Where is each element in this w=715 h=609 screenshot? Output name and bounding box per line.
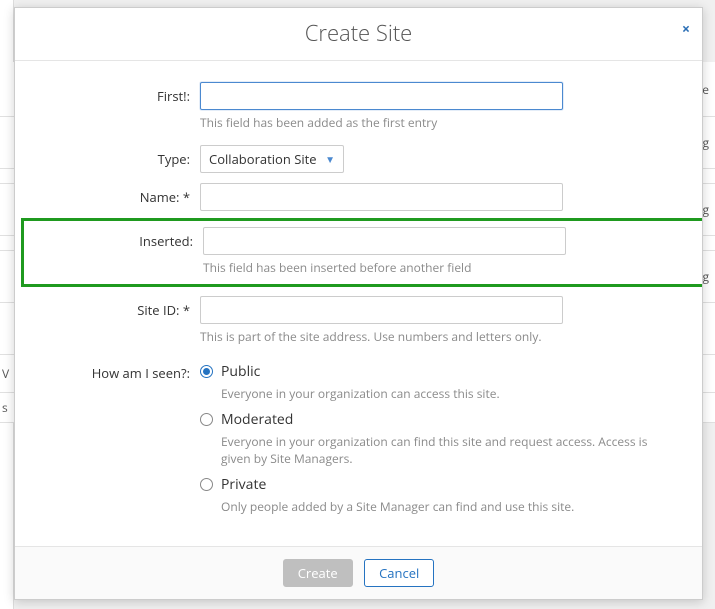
row-type: Type: Collaboration Site ▼ — [35, 142, 672, 176]
bg-text: s — [2, 399, 8, 416]
dialog-body: First!: This field has been added as the… — [15, 61, 702, 546]
create-site-dialog: Create Site × First!: This field has bee… — [14, 7, 703, 600]
visibility-radio-moderated[interactable] — [200, 413, 213, 426]
visibility-desc-private: Only people added by a Site Manager can … — [221, 498, 652, 515]
row-visibility: How am I seen?: Public Everyone in your … — [35, 356, 672, 526]
visibility-radio-public[interactable] — [200, 365, 213, 378]
siteid-input[interactable] — [200, 296, 563, 324]
close-icon[interactable]: × — [682, 20, 690, 39]
dialog-title: Create Site — [305, 18, 413, 48]
label-type: Type: — [35, 145, 200, 168]
visibility-label-moderated: Moderated — [221, 410, 293, 429]
name-input[interactable] — [200, 183, 563, 211]
label-first: First!: — [35, 82, 200, 105]
bg-text: V — [2, 365, 9, 382]
visibility-radio-private[interactable] — [200, 478, 213, 491]
bg-text: e — [702, 81, 709, 98]
row-name: Name: * — [35, 180, 672, 214]
dialog-footer: Create Cancel — [15, 546, 702, 599]
first-input[interactable] — [200, 82, 563, 110]
row-siteid: Site ID: * This is part of the site addr… — [35, 293, 672, 356]
label-visibility: How am I seen?: — [35, 359, 200, 382]
visibility-desc-public: Everyone in your organization can access… — [221, 385, 652, 402]
visibility-label-private: Private — [221, 475, 266, 494]
visibility-label-public: Public — [221, 362, 260, 381]
dialog-header: Create Site × — [15, 8, 702, 61]
inserted-highlight: Inserted: This field has been inserted b… — [21, 218, 702, 287]
type-select-value: Collaboration Site — [209, 150, 317, 168]
create-button[interactable]: Create — [283, 559, 353, 587]
chevron-down-icon: ▼ — [325, 152, 335, 166]
type-select[interactable]: Collaboration Site ▼ — [200, 145, 344, 173]
label-inserted: Inserted: — [34, 227, 203, 250]
inserted-input[interactable] — [203, 227, 566, 255]
visibility-desc-moderated: Everyone in your organization can find t… — [221, 433, 652, 467]
label-siteid: Site ID: * — [35, 296, 200, 319]
row-first: First!: This field has been added as the… — [35, 79, 672, 142]
cancel-button[interactable]: Cancel — [364, 559, 434, 587]
label-name: Name: * — [35, 183, 200, 206]
helper-first: This field has been added as the first e… — [200, 114, 582, 131]
helper-siteid: This is part of the site address. Use nu… — [200, 328, 582, 345]
row-inserted: Inserted: This field has been inserted b… — [34, 227, 673, 278]
helper-inserted: This field has been inserted before anot… — [203, 259, 673, 276]
